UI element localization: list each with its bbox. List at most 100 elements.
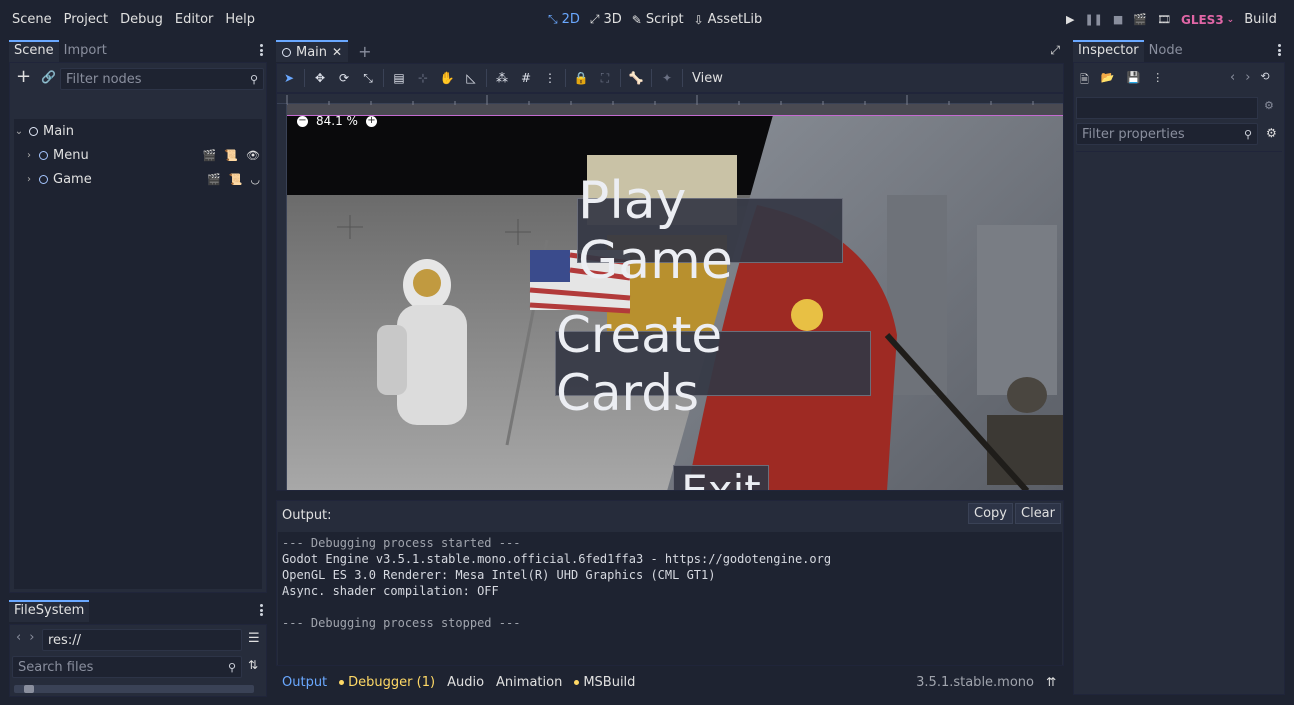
output-log[interactable]: --- Debugging process started --- Godot … xyxy=(278,532,1062,665)
zoom-level[interactable]: 84.1 % xyxy=(316,114,358,128)
pause-icon[interactable]: ❚❚ xyxy=(1084,13,1102,26)
load-resource-icon[interactable]: 📂 xyxy=(1101,71,1115,90)
filter-properties-input[interactable]: Filter properties ⚲ xyxy=(1076,123,1258,145)
3d-icon: ⤢ xyxy=(589,12,600,26)
horizontal-scrollbar[interactable] xyxy=(14,685,254,693)
menu-editor[interactable]: Editor xyxy=(169,12,219,27)
forward-icon[interactable]: › xyxy=(29,630,34,645)
new-resource-icon[interactable]: 🗎 xyxy=(1080,71,1089,90)
viewport-2d[interactable]: Play Game Create Cards Exit − 84.1 % + xyxy=(276,93,1064,491)
expand-panel-icon[interactable]: ⇈ xyxy=(1046,675,1056,689)
stop-icon[interactable]: ■ xyxy=(1113,13,1123,26)
separator xyxy=(620,69,621,87)
create-cards-button[interactable]: Create Cards xyxy=(555,306,871,422)
sort-icon[interactable]: ⇅ xyxy=(248,658,258,672)
more-options-icon[interactable]: ⋮ xyxy=(1152,71,1163,90)
menu-kebab-icon[interactable] xyxy=(259,44,263,56)
zoom-out-icon[interactable]: − xyxy=(297,115,308,127)
menu-debug[interactable]: Debug xyxy=(114,12,169,27)
scale-mode-icon[interactable]: ⤡ xyxy=(356,66,380,90)
pivot-icon[interactable]: ⊹ xyxy=(411,66,435,90)
play-scene-icon[interactable]: 🎬 xyxy=(1133,13,1147,26)
save-resource-icon[interactable]: 💾 xyxy=(1127,71,1141,90)
back-icon[interactable]: ‹ xyxy=(16,630,21,645)
property-options-icon[interactable]: ⚙ xyxy=(1266,126,1277,140)
tab-2d[interactable]: ⤡ 2D xyxy=(548,12,580,27)
play-icon[interactable]: ▶ xyxy=(1066,13,1074,26)
script-icon[interactable]: 📜 xyxy=(229,173,243,186)
tab-main-scene[interactable]: Main ✕ xyxy=(276,40,349,62)
clear-button[interactable]: Clear xyxy=(1015,503,1061,524)
tab-debugger[interactable]: Debugger (1) xyxy=(339,675,435,690)
instance-icon[interactable]: 🎬 xyxy=(207,173,221,186)
instance-icon[interactable]: 🎬 xyxy=(203,149,217,162)
output-title: Output: xyxy=(282,508,332,523)
collapse-arrow-icon[interactable]: ⌄ xyxy=(14,126,24,137)
scene-dock: Scene Import + 🔗 Filter nodes ⚲ ⌄ Main ›… xyxy=(9,40,267,593)
group-icon[interactable]: ⛶ xyxy=(593,66,617,90)
rotate-mode-icon[interactable]: ⟳ xyxy=(332,66,356,90)
object-path-field[interactable] xyxy=(1076,97,1258,119)
tab-output[interactable]: Output xyxy=(282,675,327,690)
filter-nodes-input[interactable]: Filter nodes ⚲ xyxy=(60,68,264,90)
play-game-button[interactable]: Play Game xyxy=(577,171,843,291)
script-icon[interactable]: 📜 xyxy=(224,149,238,162)
visibility-hidden-icon[interactable]: ◡ xyxy=(250,173,260,186)
object-properties-icon[interactable]: ⚙ xyxy=(1264,99,1274,112)
renderer-select[interactable]: GLES3 ⌄ xyxy=(1181,13,1234,27)
tree-row-game[interactable]: › Game 🎬 📜 ◡ xyxy=(14,167,262,191)
view-menu[interactable]: View xyxy=(686,71,729,86)
select-mode-icon[interactable]: ➤ xyxy=(277,66,301,90)
search-icon: ⚲ xyxy=(1243,127,1252,141)
list-select-icon[interactable]: ▤ xyxy=(387,66,411,90)
tab-filesystem[interactable]: FileSystem xyxy=(9,600,90,622)
history-icon[interactable]: ⟲ xyxy=(1260,70,1269,85)
tab-assetlib[interactable]: ⇩ AssetLib xyxy=(694,12,763,27)
tab-3d[interactable]: ⤢ 3D xyxy=(590,12,622,27)
menu-help[interactable]: Help xyxy=(219,12,261,27)
tab-animation[interactable]: Animation xyxy=(496,675,562,690)
tab-node[interactable]: Node xyxy=(1144,40,1188,62)
tab-audio[interactable]: Audio xyxy=(447,675,484,690)
tree-row-main[interactable]: ⌄ Main xyxy=(14,119,262,143)
lock-icon[interactable]: 🔒 xyxy=(569,66,593,90)
copy-button[interactable]: Copy xyxy=(968,503,1013,524)
pan-mode-icon[interactable]: ✋ xyxy=(435,66,459,90)
search-files-input[interactable]: Search files ⚲ xyxy=(12,656,242,678)
snap-options-icon[interactable]: ⋮ xyxy=(538,66,562,90)
close-icon[interactable]: ✕ xyxy=(332,45,342,59)
tree-row-menu[interactable]: › Menu 🎬 📜 👁 xyxy=(14,143,262,167)
add-tab-icon[interactable]: + xyxy=(358,42,371,61)
exit-button[interactable]: Exit xyxy=(673,465,769,490)
tab-script[interactable]: ✎ Script xyxy=(632,12,684,27)
link-icon[interactable]: 🔗 xyxy=(41,70,56,84)
play-custom-scene-icon[interactable]: 🎞 xyxy=(1157,13,1171,26)
expand-arrow-icon[interactable]: › xyxy=(24,174,34,185)
scrollbar-handle[interactable] xyxy=(24,685,34,693)
distraction-free-icon[interactable]: ⤢ xyxy=(1050,43,1060,58)
visibility-icon[interactable]: 👁 xyxy=(246,149,260,162)
zoom-in-icon[interactable]: + xyxy=(365,115,377,127)
node2d-icon xyxy=(29,126,38,136)
camera-override-icon[interactable]: ✦ xyxy=(655,66,679,90)
menu-kebab-icon[interactable] xyxy=(259,604,263,616)
tab-inspector[interactable]: Inspector xyxy=(1073,40,1144,62)
tab-msbuild[interactable]: MSBuild xyxy=(574,675,635,690)
split-view-icon[interactable]: ☰ xyxy=(248,631,260,646)
tab-scene[interactable]: Scene xyxy=(9,40,59,62)
path-field[interactable]: res:// xyxy=(42,629,242,651)
menu-scene[interactable]: Scene xyxy=(6,12,58,27)
history-back-icon[interactable]: ‹ xyxy=(1230,70,1235,85)
tab-import[interactable]: Import xyxy=(59,40,112,62)
history-forward-icon[interactable]: › xyxy=(1245,70,1250,85)
expand-arrow-icon[interactable]: › xyxy=(24,150,34,161)
add-node-icon[interactable]: + xyxy=(16,68,31,86)
grid-snap-icon[interactable]: # xyxy=(514,66,538,90)
menu-project[interactable]: Project xyxy=(58,12,114,27)
skeleton-icon[interactable]: 🦴 xyxy=(624,66,648,90)
ruler-mode-icon[interactable]: ◺ xyxy=(459,66,483,90)
smart-snap-icon[interactable]: ⁂ xyxy=(490,66,514,90)
menu-kebab-icon[interactable] xyxy=(1277,44,1281,56)
move-mode-icon[interactable]: ✥ xyxy=(308,66,332,90)
build-button[interactable]: Build xyxy=(1244,12,1277,27)
